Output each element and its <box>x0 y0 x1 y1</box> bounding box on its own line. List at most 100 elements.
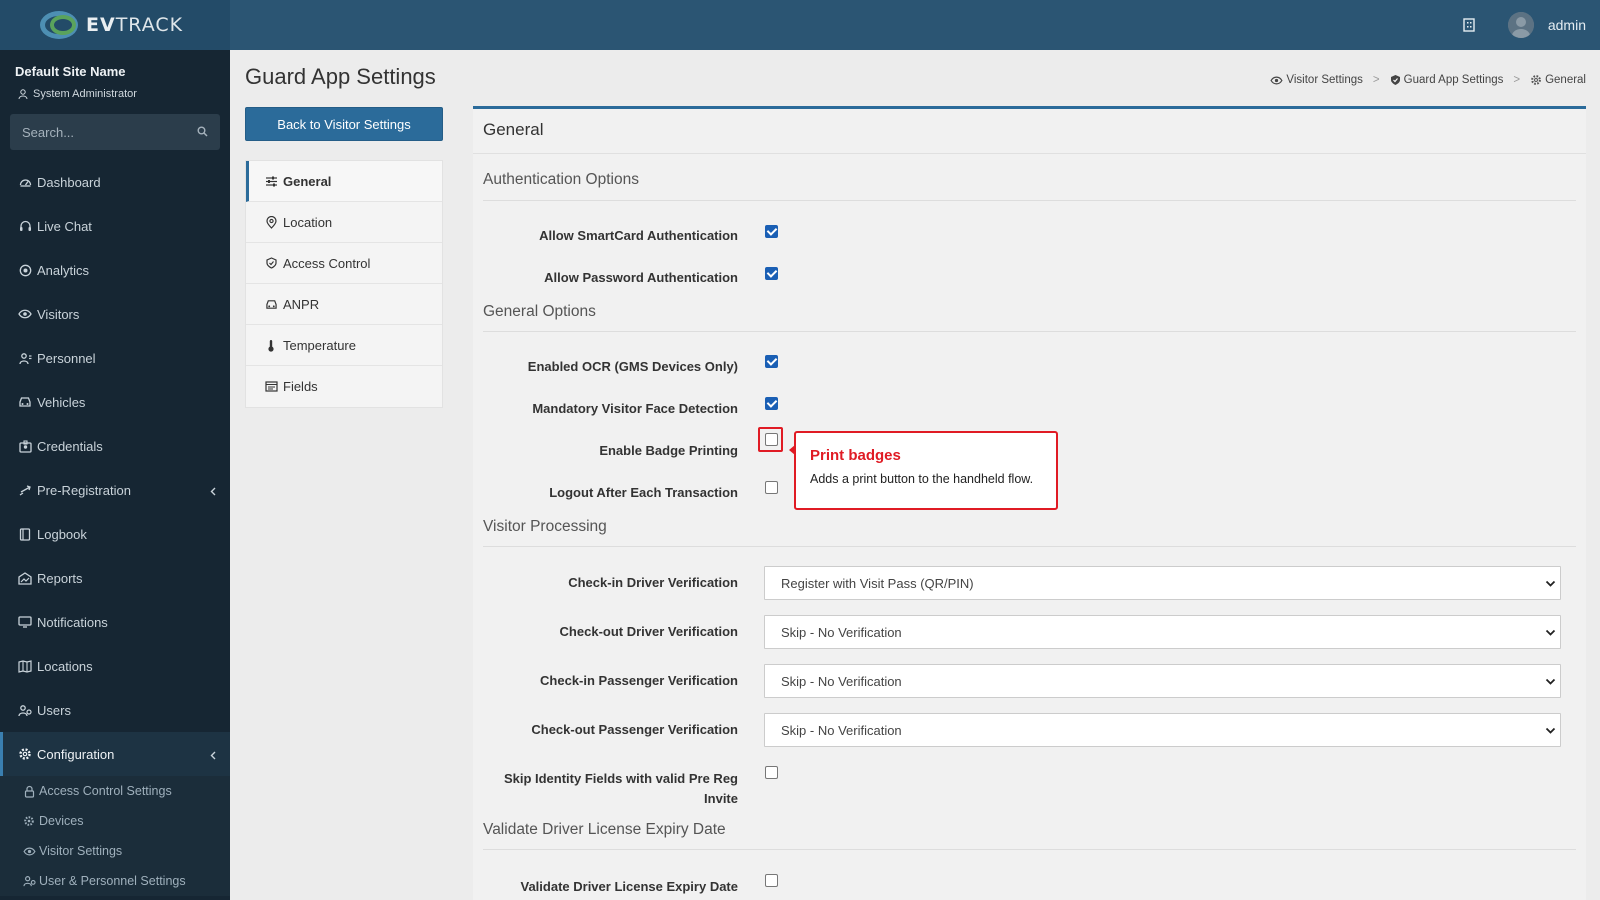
sidebar-subitem-user-personnel-settings[interactable]: User & Personnel Settings <box>0 866 230 896</box>
panel-title: General <box>483 120 544 139</box>
search-icon[interactable] <box>197 125 208 140</box>
settings-tab-location[interactable]: Location <box>246 202 442 243</box>
page-title: Guard App Settings <box>245 64 436 89</box>
sidebar-item-logbook[interactable]: Logbook <box>0 512 230 556</box>
sidebar-item-pre-registration[interactable]: Pre-Registration <box>0 468 230 512</box>
label-face-detection: Mandatory Visitor Face Detection <box>532 401 738 416</box>
headset-icon <box>18 219 32 233</box>
settings-tab-anpr[interactable]: ANPR <box>246 284 442 325</box>
chevron-left-icon[interactable] <box>210 484 216 499</box>
eye-icon <box>22 844 36 858</box>
label-skip-identity-fields: Skip Identity Fields with valid Pre Reg … <box>503 771 738 806</box>
logo-text: EVTRACK <box>86 14 184 36</box>
configuration-submenu: Access Control Settings Devices Visitor … <box>0 776 230 896</box>
user-role: System Administrator <box>18 88 137 100</box>
users-icon <box>22 874 36 888</box>
label-password-auth: Allow Password Authentication <box>544 270 738 285</box>
label-validate-license-expiry: Validate Driver License Expiry Date <box>520 879 739 894</box>
sidebar-subitem-access-control-settings[interactable]: Access Control Settings <box>0 776 230 806</box>
breadcrumb-guard-app-settings[interactable]: Guard App Settings <box>1390 74 1503 86</box>
sidebar-subitem-visitor-settings[interactable]: Visitor Settings <box>0 836 230 866</box>
sidebar: Default Site Name System Administrator D… <box>0 50 230 900</box>
site-name: Default Site Name <box>15 64 126 79</box>
label-checkout-driver-verification: Check-out Driver Verification <box>559 624 738 639</box>
pin-icon <box>264 215 278 229</box>
sliders-icon <box>264 174 278 188</box>
breadcrumb-separator: > <box>1372 74 1380 86</box>
sidebar-item-credentials[interactable]: Credentials <box>0 424 230 468</box>
settings-tab-general[interactable]: General <box>246 161 442 202</box>
sidebar-item-reports[interactable]: Reports <box>0 556 230 600</box>
select-checkin-driver-verification[interactable]: Register with Visit Pass (QR/PIN) <box>764 566 1561 600</box>
tooltip-body: Adds a print button to the handheld flow… <box>810 472 1034 486</box>
sidebar-item-analytics[interactable]: Analytics <box>0 248 230 292</box>
settings-nav: General Location Access Control ANPR Tem… <box>245 160 443 408</box>
sidebar-item-visitors[interactable]: Visitors <box>0 292 230 336</box>
sidebar-item-vehicles[interactable]: Vehicles <box>0 380 230 424</box>
top-right: admin <box>1456 0 1600 50</box>
sidebar-subitem-devices[interactable]: Devices <box>0 806 230 836</box>
sidebar-item-dashboard[interactable]: Dashboard <box>0 160 230 204</box>
breadcrumb-separator: > <box>1513 74 1521 86</box>
chevron-left-icon[interactable] <box>210 748 216 763</box>
chevron-down-icon <box>1545 626 1556 641</box>
sidebar-search <box>10 114 220 150</box>
checkbox-badge-printing[interactable] <box>765 433 778 446</box>
sidebar-item-live-chat[interactable]: Live Chat <box>0 204 230 248</box>
user-icon <box>18 89 28 99</box>
checkbox-skip-identity-fields[interactable] <box>765 766 778 779</box>
checkbox-password-auth[interactable] <box>765 267 778 280</box>
reports-icon <box>18 571 32 585</box>
tooltip-title: Print badges <box>810 447 901 464</box>
search-input[interactable] <box>22 124 182 140</box>
settings-tab-access-control[interactable]: Access Control <box>246 243 442 284</box>
avatar[interactable] <box>1507 12 1534 38</box>
sidebar-item-personnel[interactable]: Personnel <box>0 336 230 380</box>
label-checkin-passenger-verification: Check-in Passenger Verification <box>540 673 738 688</box>
sidebar-item-notifications[interactable]: Notifications <box>0 600 230 644</box>
select-checkout-passenger-verification[interactable]: Skip - No Verification <box>764 713 1561 747</box>
chevron-down-icon <box>1545 724 1556 739</box>
checkbox-validate-license-expiry[interactable] <box>765 874 778 887</box>
sidebar-item-configuration[interactable]: Configuration <box>0 732 230 776</box>
select-checkin-passenger-verification[interactable]: Skip - No Verification <box>764 664 1561 698</box>
divider <box>483 200 1576 201</box>
label-smartcard-auth: Allow SmartCard Authentication <box>539 228 738 243</box>
section-title-authentication: Authentication Options <box>483 171 639 188</box>
chevron-down-icon <box>1545 675 1556 690</box>
tooltip-print-badges: Print badges Adds a print button to the … <box>789 431 1058 510</box>
settings-tab-temperature[interactable]: Temperature <box>246 325 442 366</box>
users-icon <box>18 703 32 717</box>
user-name[interactable]: admin <box>1548 17 1586 33</box>
section-title-validate-license: Validate Driver License Expiry Date <box>483 821 726 838</box>
select-checkout-driver-verification[interactable]: Skip - No Verification <box>764 615 1561 649</box>
breadcrumb-general: General <box>1530 74 1586 86</box>
settings-tab-fields[interactable]: Fields <box>246 366 442 407</box>
car-icon <box>264 297 278 311</box>
divider <box>483 546 1576 547</box>
sidebar-item-locations[interactable]: Locations <box>0 644 230 688</box>
checkbox-smartcard-auth[interactable] <box>765 225 778 238</box>
brand[interactable]: EVTRACK <box>0 0 230 50</box>
breadcrumb-visitor-settings[interactable]: Visitor Settings <box>1270 74 1363 86</box>
checkbox-enable-ocr[interactable] <box>765 355 778 368</box>
back-to-visitor-settings-button[interactable]: Back to Visitor Settings <box>245 107 443 141</box>
divider <box>473 153 1586 154</box>
logo-icon <box>38 9 84 41</box>
book-icon <box>18 527 32 541</box>
shield-icon <box>264 256 278 270</box>
label-enable-ocr: Enabled OCR (GMS Devices Only) <box>527 359 738 374</box>
label-checkin-driver-verification: Check-in Driver Verification <box>568 575 738 590</box>
gear-icon <box>18 747 32 761</box>
checkbox-logout-after-transaction[interactable] <box>765 481 778 494</box>
label-logout-after-transaction: Logout After Each Transaction <box>549 485 738 500</box>
lock-icon <box>22 784 36 798</box>
map-icon <box>18 659 32 673</box>
checkbox-face-detection[interactable] <box>765 397 778 410</box>
sidebar-item-users[interactable]: Users <box>0 688 230 732</box>
eye-icon <box>18 307 32 321</box>
eye-icon <box>1270 76 1283 84</box>
section-title-general-options: General Options <box>483 303 596 320</box>
building-icon[interactable] <box>1456 12 1482 38</box>
device-icon <box>22 814 36 828</box>
